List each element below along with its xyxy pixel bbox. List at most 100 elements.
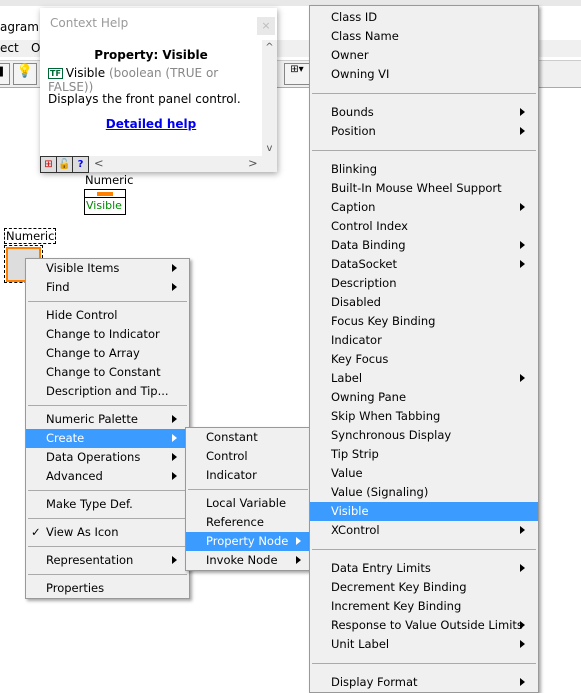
abort-button[interactable]: ■ bbox=[0, 63, 10, 85]
context-help-content: Property: Visible TF Visible (boolean (TR… bbox=[40, 40, 262, 156]
property-node[interactable]: Visible bbox=[84, 189, 126, 215]
menu-item-synchronous-display[interactable]: Synchronous Display bbox=[310, 426, 538, 445]
menu-item-data-binding[interactable]: Data Binding bbox=[310, 236, 538, 255]
menu-item-indicator[interactable]: Indicator bbox=[186, 466, 310, 485]
menu-item-description-and-tip[interactable]: Description and Tip... bbox=[26, 382, 189, 401]
menu-item-data-entry-limits[interactable]: Data Entry Limits bbox=[310, 559, 538, 578]
context-help-title: Context Help bbox=[50, 16, 129, 30]
menu-item-label: Class ID bbox=[331, 10, 378, 24]
vertical-scrollbar[interactable]: ^ v bbox=[262, 40, 277, 156]
menu-item-display-format[interactable]: Display Format bbox=[310, 673, 538, 692]
scroll-down-icon[interactable]: v bbox=[262, 143, 277, 154]
menu-item-label: Control Index bbox=[331, 219, 408, 233]
help-question-icon[interactable]: ? bbox=[72, 156, 89, 173]
menu-item-label: Decrement Key Binding bbox=[331, 580, 467, 594]
menu-item-visible[interactable]: Visible bbox=[310, 502, 538, 521]
scroll-right-icon[interactable]: > bbox=[248, 156, 258, 170]
menu-item-local-variable[interactable]: Local Variable bbox=[186, 494, 310, 513]
menu-item-label: DataSocket bbox=[331, 257, 397, 271]
menu-item-label: Data Operations bbox=[46, 450, 141, 464]
menu-item-label: Control bbox=[206, 449, 248, 463]
detailed-help-link[interactable]: Detailed help bbox=[40, 117, 262, 131]
menu-item-hide-control[interactable]: Hide Control bbox=[26, 306, 189, 325]
menu-item-label: Label bbox=[331, 371, 363, 385]
menu-item-description[interactable]: Description bbox=[310, 274, 538, 293]
menu-item-change-to-array[interactable]: Change to Array bbox=[26, 344, 189, 363]
menu-item-blinking[interactable]: Blinking bbox=[310, 160, 538, 179]
menu-item-value-signaling[interactable]: Value (Signaling) bbox=[310, 483, 538, 502]
menu-separator bbox=[310, 540, 538, 559]
property-node-item[interactable]: Visible bbox=[85, 198, 125, 213]
highlight-execution-icon[interactable]: 💡 bbox=[13, 63, 37, 85]
menu-item-invoke-node[interactable]: Invoke Node bbox=[186, 551, 310, 570]
menu-item-find[interactable]: Find bbox=[26, 278, 189, 297]
menu-item-data-operations[interactable]: Data Operations bbox=[26, 448, 189, 467]
menu-item-label: Find bbox=[46, 280, 70, 294]
menu-item-disabled[interactable]: Disabled bbox=[310, 293, 538, 312]
menu-item-change-to-indicator[interactable]: Change to Indicator bbox=[26, 325, 189, 344]
menu-item-label: Constant bbox=[206, 430, 258, 444]
menu-item-label: Representation bbox=[46, 553, 134, 567]
menu-item-control-index[interactable]: Control Index bbox=[310, 217, 538, 236]
menu-item-skip-when-tabbing[interactable]: Skip When Tabbing bbox=[310, 407, 538, 426]
menu-item-label: Owning VI bbox=[331, 67, 390, 81]
menu-item-class-name[interactable]: Class Name bbox=[310, 27, 538, 46]
menu-item-control[interactable]: Control bbox=[186, 447, 310, 466]
menu-item-make-type-def[interactable]: Make Type Def. bbox=[26, 495, 189, 514]
menu-item-label[interactable]: Label bbox=[310, 369, 538, 388]
menu-item-value[interactable]: Value bbox=[310, 464, 538, 483]
context-help-window: Context Help × Property: Visible TF Visib… bbox=[40, 8, 277, 173]
menu-item-label: Tip Strip bbox=[331, 447, 379, 461]
menu-item-owning-pane[interactable]: Owning Pane bbox=[310, 388, 538, 407]
menu-item-label: Indicator bbox=[206, 468, 257, 482]
menu-item-position[interactable]: Position bbox=[310, 122, 538, 141]
menu-item-label: Unit Label bbox=[331, 637, 390, 651]
submenu-arrow-icon bbox=[172, 453, 177, 461]
menu-item-datasocket[interactable]: DataSocket bbox=[310, 255, 538, 274]
menu-item-increment-key-binding[interactable]: Increment Key Binding bbox=[310, 597, 538, 616]
close-icon[interactable]: × bbox=[257, 17, 275, 35]
menu-item-numeric-palette[interactable]: Numeric Palette bbox=[26, 410, 189, 429]
menu-item-focus-key-binding[interactable]: Focus Key Binding bbox=[310, 312, 538, 331]
menu-item-property-node[interactable]: Property Node bbox=[186, 532, 310, 551]
menu-item-change-to-constant[interactable]: Change to Constant bbox=[26, 363, 189, 382]
menu-item-owning-vi[interactable]: Owning VI bbox=[310, 65, 538, 84]
submenu-arrow-icon bbox=[172, 472, 177, 480]
menu-item-reference[interactable]: Reference bbox=[186, 513, 310, 532]
menu-item-visible-items[interactable]: Visible Items bbox=[26, 259, 189, 278]
menu-separator bbox=[26, 297, 189, 306]
scroll-up-icon[interactable]: ^ bbox=[262, 42, 277, 53]
menu-item-representation[interactable]: Representation bbox=[26, 551, 189, 570]
menu-item-xcontrol[interactable]: XControl bbox=[310, 521, 538, 540]
menu-item-properties[interactable]: Properties bbox=[26, 579, 189, 598]
menu-item-indicator[interactable]: Indicator bbox=[310, 331, 538, 350]
scroll-left-icon[interactable]: < bbox=[94, 156, 104, 170]
menu-item-owner[interactable]: Owner bbox=[310, 46, 538, 65]
menu-item-label: Data Entry Limits bbox=[331, 561, 431, 575]
menu-item-advanced[interactable]: Advanced bbox=[26, 467, 189, 486]
menu-item-create[interactable]: Create bbox=[26, 429, 189, 448]
submenu-arrow-icon bbox=[520, 621, 525, 629]
menu-item-key-focus[interactable]: Key Focus bbox=[310, 350, 538, 369]
menu-item-view-as-icon[interactable]: ✓ View As Icon bbox=[26, 523, 189, 542]
menu-item-constant[interactable]: Constant bbox=[186, 428, 310, 447]
menu-item-label: Value (Signaling) bbox=[331, 485, 429, 499]
submenu-arrow-icon bbox=[296, 537, 301, 545]
menu-item-unit-label[interactable]: Unit Label bbox=[310, 635, 538, 654]
menu-item-caption[interactable]: Caption bbox=[310, 198, 538, 217]
align-objects-icon[interactable]: ⊞▾ bbox=[284, 63, 310, 85]
submenu-arrow-icon bbox=[172, 283, 177, 291]
menu-project[interactable]: ect bbox=[0, 41, 19, 55]
show-optional-terminals-icon[interactable]: ⊞ bbox=[40, 156, 57, 173]
lock-icon[interactable]: 🔓 bbox=[56, 156, 73, 173]
menu-item-label: Change to Array bbox=[46, 346, 140, 360]
control-label: Numeric bbox=[4, 228, 57, 244]
menu-item-class-id[interactable]: Class ID bbox=[310, 8, 538, 27]
menu-item-tip-strip[interactable]: Tip Strip bbox=[310, 445, 538, 464]
menu-item-built-in-mouse-wheel-support[interactable]: Built-In Mouse Wheel Support bbox=[310, 179, 538, 198]
property-heading: Property: Visible bbox=[94, 48, 208, 62]
menu-item-decrement-key-binding[interactable]: Decrement Key Binding bbox=[310, 578, 538, 597]
menu-item-bounds[interactable]: Bounds bbox=[310, 103, 538, 122]
menu-item-label: Data Binding bbox=[331, 238, 406, 252]
menu-item-response-to-value-outside-limits[interactable]: Response to Value Outside Limits bbox=[310, 616, 538, 635]
